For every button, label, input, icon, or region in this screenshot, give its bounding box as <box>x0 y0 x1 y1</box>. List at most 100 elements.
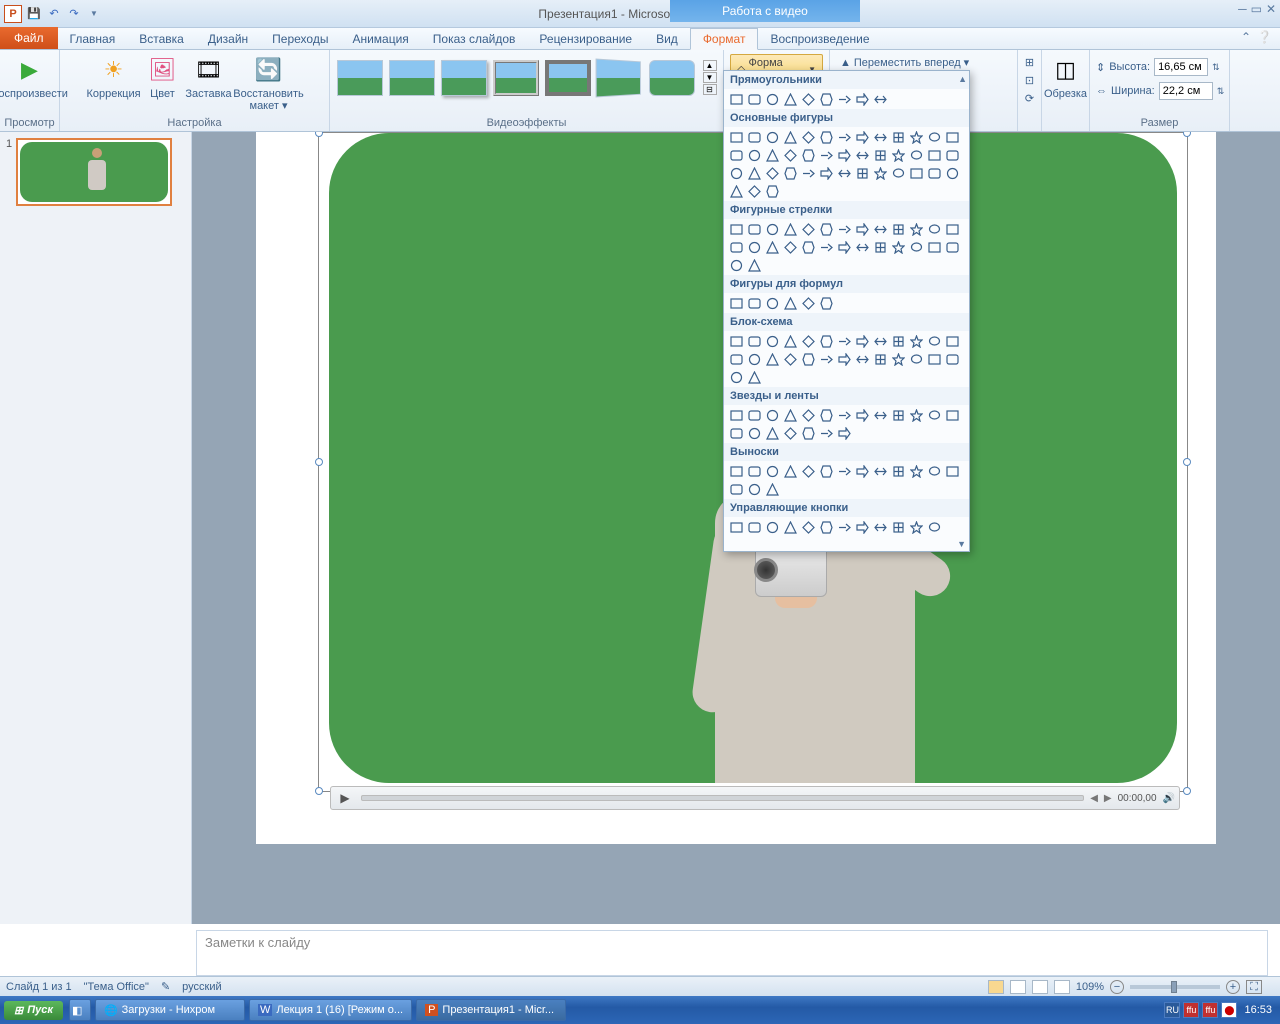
shape-option[interactable] <box>908 221 924 237</box>
shape-option[interactable] <box>872 91 888 107</box>
shape-option[interactable] <box>944 147 960 163</box>
shape-option[interactable] <box>872 129 888 145</box>
shape-option[interactable] <box>944 407 960 423</box>
shape-option[interactable] <box>782 91 798 107</box>
shape-option[interactable] <box>944 463 960 479</box>
shape-option[interactable] <box>800 407 816 423</box>
zoom-level[interactable]: 109% <box>1076 981 1104 993</box>
shape-option[interactable] <box>728 351 744 367</box>
shape-option[interactable] <box>854 333 870 349</box>
shape-option[interactable] <box>728 333 744 349</box>
undo-icon[interactable]: ↶ <box>46 6 62 22</box>
shape-option[interactable] <box>800 351 816 367</box>
zoom-in-button[interactable]: + <box>1226 980 1240 994</box>
reading-view-button[interactable] <box>1032 980 1048 994</box>
shape-option[interactable] <box>764 519 780 535</box>
shape-option[interactable] <box>746 239 762 255</box>
video-style-1[interactable] <box>337 60 383 96</box>
shape-option[interactable] <box>764 295 780 311</box>
taskbar-item-powerpoint[interactable]: PПрезентация1 - Micr... <box>416 999 566 1021</box>
tab-playback[interactable]: Воспроизведение <box>758 29 881 49</box>
shape-option[interactable] <box>728 295 744 311</box>
video-style-7[interactable] <box>649 60 695 96</box>
resize-handle[interactable] <box>1183 132 1191 137</box>
width-input[interactable] <box>1159 82 1213 100</box>
step-forward-icon[interactable]: ▶ <box>1104 793 1112 804</box>
shape-option[interactable] <box>764 425 780 441</box>
minimize-ribbon-icon[interactable]: ⌃ <box>1241 30 1251 44</box>
resize-handle[interactable] <box>315 458 323 466</box>
shape-option[interactable] <box>890 165 906 181</box>
shape-option[interactable] <box>854 463 870 479</box>
color-button[interactable]: 🖼 Цвет <box>143 52 183 112</box>
spellcheck-icon[interactable]: ✎ <box>161 980 170 993</box>
shape-option[interactable] <box>872 519 888 535</box>
spinner-icon[interactable]: ⇅ <box>1217 86 1225 97</box>
shape-option[interactable] <box>782 129 798 145</box>
playback-slider[interactable] <box>361 795 1084 801</box>
playback-play-button[interactable]: ▶ <box>335 789 355 807</box>
shape-option[interactable] <box>926 351 942 367</box>
shape-option[interactable] <box>944 129 960 145</box>
video-style-6[interactable] <box>595 58 640 97</box>
reset-design-button[interactable]: 🔄 Восстановить макет ▾ <box>235 52 303 112</box>
shape-option[interactable] <box>872 351 888 367</box>
quick-launch-item[interactable]: ◧ <box>69 999 91 1021</box>
shape-option[interactable] <box>800 129 816 145</box>
shape-option[interactable] <box>728 425 744 441</box>
shape-option[interactable] <box>764 129 780 145</box>
tab-insert[interactable]: Вставка <box>127 29 196 49</box>
shape-option[interactable] <box>728 147 744 163</box>
shape-option[interactable] <box>818 351 834 367</box>
shape-option[interactable] <box>908 239 924 255</box>
shape-option[interactable] <box>728 165 744 181</box>
shape-option[interactable] <box>764 183 780 199</box>
tray-icon-3[interactable]: ⬤ <box>1221 1002 1237 1018</box>
video-style-4[interactable] <box>493 60 539 96</box>
shape-option[interactable] <box>764 239 780 255</box>
shape-option[interactable] <box>890 239 906 255</box>
slideshow-view-button[interactable] <box>1054 980 1070 994</box>
rotate-button[interactable]: ⟳ <box>1021 90 1038 107</box>
language-indicator[interactable]: русский <box>182 981 221 993</box>
shape-option[interactable] <box>818 147 834 163</box>
notes-pane[interactable]: Заметки к слайду <box>196 930 1268 976</box>
clock[interactable]: 16:53 <box>1240 1004 1276 1016</box>
shape-option[interactable] <box>872 165 888 181</box>
shape-option[interactable] <box>836 463 852 479</box>
fit-window-button[interactable]: ⛶ <box>1246 980 1262 994</box>
shape-option[interactable] <box>836 407 852 423</box>
poster-frame-button[interactable]: 🎞 Заставка <box>185 52 233 112</box>
shape-option[interactable] <box>818 295 834 311</box>
tab-slideshow[interactable]: Показ слайдов <box>421 29 528 49</box>
spinner-icon[interactable]: ⇅ <box>1212 62 1220 73</box>
shape-option[interactable] <box>872 221 888 237</box>
shape-option[interactable] <box>728 239 744 255</box>
shape-option[interactable] <box>728 407 744 423</box>
shape-option[interactable] <box>800 425 816 441</box>
gallery-more-icon[interactable]: ⊟ <box>703 84 717 95</box>
shape-option[interactable] <box>728 183 744 199</box>
shape-option[interactable] <box>782 147 798 163</box>
shape-option[interactable] <box>872 463 888 479</box>
tab-home[interactable]: Главная <box>58 29 128 49</box>
tab-transitions[interactable]: Переходы <box>260 29 340 49</box>
shape-option[interactable] <box>764 481 780 497</box>
shape-option[interactable] <box>872 333 888 349</box>
shape-option[interactable] <box>854 221 870 237</box>
shape-option[interactable] <box>818 407 834 423</box>
gallery-down-icon[interactable]: ▼ <box>703 72 717 83</box>
shape-option[interactable] <box>872 407 888 423</box>
shape-option[interactable] <box>854 165 870 181</box>
tray-icon-2[interactable]: ffu <box>1202 1002 1218 1018</box>
shape-option[interactable] <box>890 221 906 237</box>
shape-option[interactable] <box>728 481 744 497</box>
play-button[interactable]: ▶ Воспроизвести <box>3 52 57 100</box>
lang-tray-icon[interactable]: RU <box>1164 1002 1180 1018</box>
start-button[interactable]: ⊞Пуск <box>4 1001 63 1020</box>
shape-option[interactable] <box>926 333 942 349</box>
shape-option[interactable] <box>836 129 852 145</box>
shape-option[interactable] <box>746 221 762 237</box>
resize-handle[interactable] <box>315 787 323 795</box>
shape-option[interactable] <box>764 351 780 367</box>
